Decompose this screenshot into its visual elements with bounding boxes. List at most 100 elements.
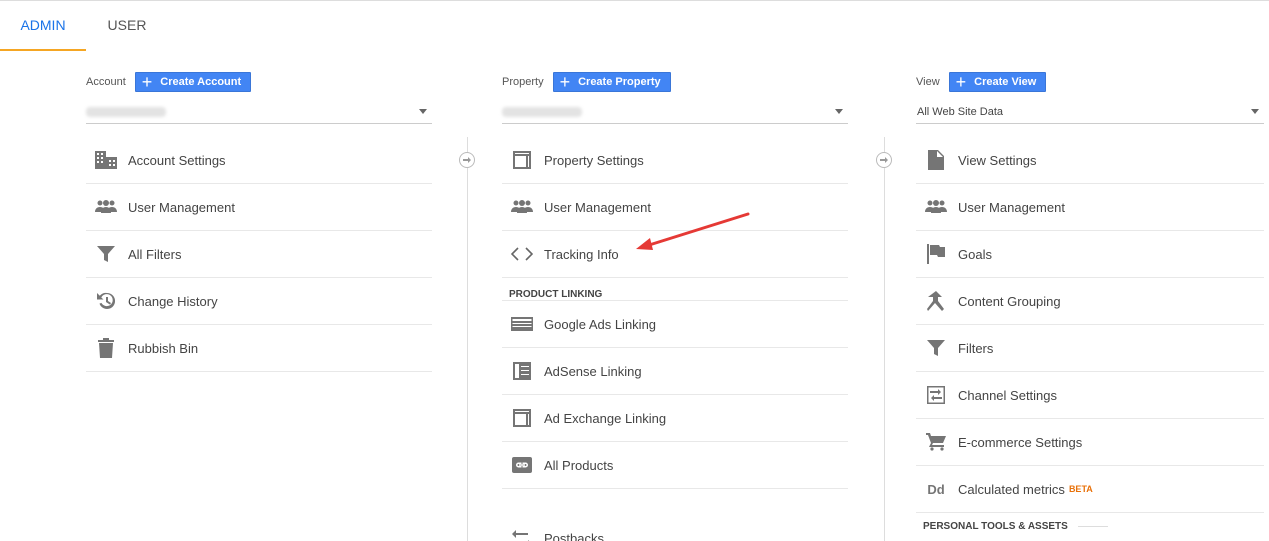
people-icon [509, 196, 535, 218]
menu-item-user-management[interactable]: User Management [86, 184, 432, 231]
menu-item-label: Calculated metrics [958, 481, 1065, 497]
chevron-down-icon [419, 109, 427, 114]
swap-icon [509, 528, 535, 541]
menu-item-adsense-linking[interactable]: AdSense Linking [502, 348, 848, 395]
menu-item-filters[interactable]: Filters [916, 325, 1264, 372]
menu-item-all-products[interactable]: All Products [502, 442, 848, 489]
dd-icon: Dd [927, 481, 945, 497]
menu-item-label: User Management [958, 199, 1065, 215]
menu-item-calculated-metrics[interactable]: Dd Calculated metrics BETA [916, 466, 1264, 513]
view-column: View + Create View All Web Site Data Vie… [916, 70, 1264, 539]
create-account-button[interactable]: + Create Account [134, 72, 252, 92]
red-arrow-icon [636, 212, 750, 250]
divider [1077, 525, 1108, 527]
property-selector[interactable] [502, 100, 848, 124]
account-menu: Account Settings User Management All Fil… [86, 137, 432, 372]
adsense-icon [509, 360, 535, 382]
view-header: View + Create View [916, 70, 1264, 94]
account-header: Account + Create Account [86, 70, 432, 94]
section-personal-tools: PERSONAL TOOLS & ASSETS [916, 513, 1264, 539]
layout-icon [509, 407, 535, 429]
menu-item-label: User Management [128, 199, 235, 215]
tab-admin[interactable]: ADMIN [0, 1, 86, 51]
property-name-redacted [502, 106, 582, 117]
menu-item-view-settings[interactable]: View Settings [916, 137, 1264, 184]
create-property-button[interactable]: + Create Property [552, 72, 671, 92]
plus-icon: + [141, 72, 153, 92]
property-header: Property + Create Property [502, 70, 848, 94]
menu-item-label: Google Ads Linking [544, 316, 657, 332]
layout-icon [509, 149, 535, 171]
building-icon [93, 149, 119, 171]
create-property-label: Create Property [578, 76, 661, 88]
link-icon [509, 454, 535, 476]
create-account-label: Create Account [160, 76, 242, 88]
create-view-label: Create View [974, 76, 1037, 88]
people-icon [93, 196, 119, 218]
filter-icon [923, 337, 949, 359]
trash-icon [93, 337, 119, 359]
beta-badge: BETA [1068, 484, 1093, 494]
menu-item-account-settings[interactable]: Account Settings [86, 137, 432, 184]
view-label: View [916, 76, 940, 88]
account-column: Account + Create Account Account Setting… [86, 70, 432, 372]
menu-item-label: Channel Settings [958, 387, 1058, 403]
menu-item-label: Ad Exchange Linking [544, 410, 667, 426]
menu-item-label: Filters [958, 340, 994, 356]
tab-user[interactable]: USER [88, 1, 166, 51]
menu-item-label: E-commerce Settings [958, 434, 1083, 450]
menu-item-rubbish-bin[interactable]: Rubbish Bin [86, 325, 432, 372]
menu-item-user-management[interactable]: User Management [916, 184, 1264, 231]
menu-item-label: All Filters [128, 246, 182, 262]
account-selector[interactable] [86, 100, 432, 124]
menu-item-channel-settings[interactable]: Channel Settings [916, 372, 1264, 419]
menu-item-postbacks[interactable]: Postbacks [502, 515, 848, 541]
section-product-linking: PRODUCT LINKING [509, 289, 603, 300]
view-selector[interactable]: All Web Site Data [916, 100, 1264, 124]
arrow-right-circle-icon [459, 152, 475, 168]
column-divider-account-property [467, 137, 468, 541]
menu-item-label: Tracking Info [544, 246, 619, 262]
cart-icon [923, 431, 949, 453]
account-label: Account [86, 76, 126, 88]
menu-item-label: Rubbish Bin [128, 340, 199, 356]
plus-icon: + [955, 72, 967, 92]
property-column: Property + Create Property Property Sett… [502, 70, 848, 541]
column-divider-property-view [884, 137, 885, 541]
menu-item-label: Property Settings [544, 152, 644, 168]
view-selected-value: All Web Site Data [917, 105, 1004, 118]
menu-item-label: Content Grouping [958, 293, 1061, 309]
menu-item-label: Change History [128, 293, 218, 309]
menu-item-label: All Products [544, 457, 614, 473]
menu-item-label: Goals [958, 246, 992, 262]
menu-item-label: Postbacks [544, 531, 604, 541]
account-name-redacted [86, 106, 166, 117]
channel-icon [923, 384, 949, 406]
property-menu: Property Settings User Management Tracki… [502, 137, 848, 541]
people-icon [923, 196, 949, 218]
flag-icon [923, 243, 949, 265]
menu-item-content-grouping[interactable]: Content Grouping [916, 278, 1264, 325]
menu-item-ecommerce-settings[interactable]: E-commerce Settings [916, 419, 1264, 466]
menu-item-ad-exchange-linking[interactable]: Ad Exchange Linking [502, 395, 848, 442]
ads-icon [509, 313, 535, 335]
menu-item-label: AdSense Linking [544, 363, 642, 379]
create-view-button[interactable]: + Create View [948, 72, 1047, 92]
chevron-down-icon [1251, 109, 1259, 114]
menu-item-property-settings[interactable]: Property Settings [502, 137, 848, 184]
menu-item-all-filters[interactable]: All Filters [86, 231, 432, 278]
plus-icon: + [559, 72, 571, 92]
menu-item-change-history[interactable]: Change History [86, 278, 432, 325]
code-icon [509, 243, 535, 265]
menu-item-google-ads-linking[interactable]: Google Ads Linking [502, 301, 848, 348]
arrow-right-circle-icon [876, 152, 892, 168]
menu-item-label: Account Settings [128, 152, 226, 168]
chevron-down-icon [835, 109, 843, 114]
menu-item-label: View Settings [958, 152, 1037, 168]
section-personal-tools-label: PERSONAL TOOLS & ASSETS [923, 520, 1068, 532]
grouping-icon [923, 290, 949, 312]
history-icon [93, 290, 119, 312]
view-menu: View Settings User Management Goals Cont… [916, 137, 1264, 539]
menu-item-goals[interactable]: Goals [916, 231, 1264, 278]
